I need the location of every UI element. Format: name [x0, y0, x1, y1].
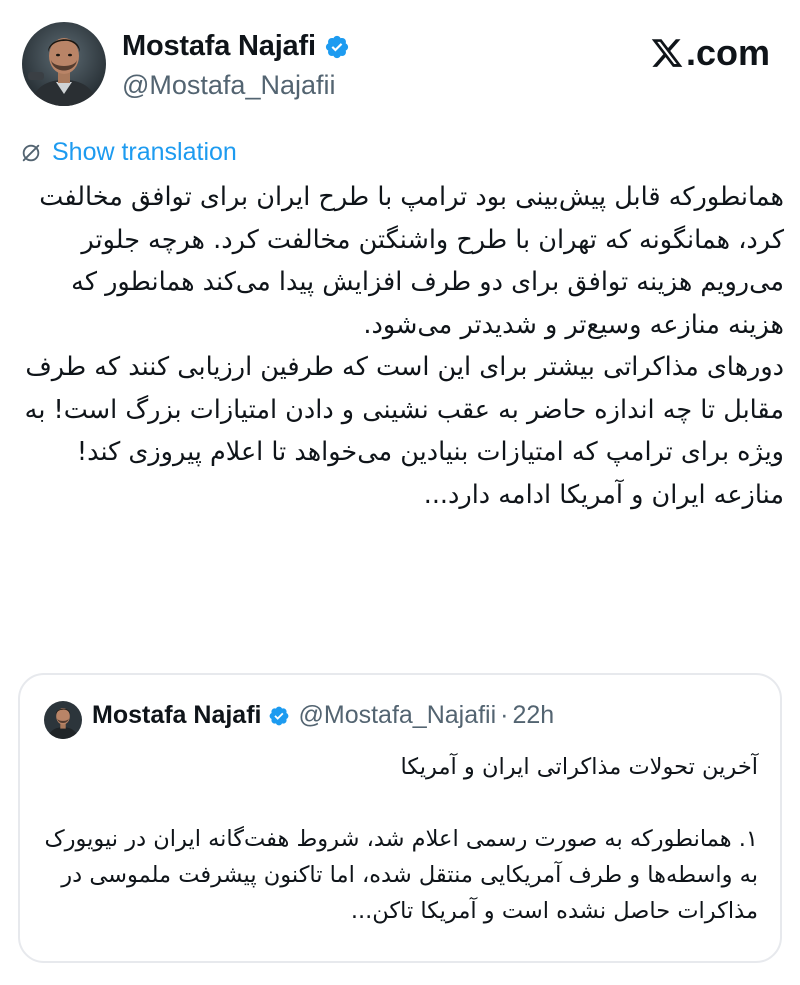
tweet-paragraph: دورهای مذاکراتی بیشتر برای این است که طر…	[24, 352, 784, 467]
quoted-author-handle[interactable]: @Mostafa_Najafii	[298, 701, 496, 730]
avatar-photo-icon	[44, 701, 82, 739]
quoted-author-name[interactable]: Mostafa Najafi	[92, 701, 261, 730]
verified-badge-icon	[270, 706, 289, 725]
quoted-author-avatar[interactable]	[44, 701, 82, 739]
author-avatar[interactable]	[22, 22, 106, 106]
author-handle[interactable]: @Mostafa_Najafii	[122, 70, 336, 101]
author-name[interactable]: Mostafa Najafi	[122, 30, 316, 63]
tweet-paragraph: منازعه ایران و آمریکا ادامه دارد...	[423, 479, 784, 510]
quoted-tweet-meta: Mostafa Najafi @Mostafa_Najafii · 22h	[92, 701, 554, 730]
quoted-timestamp[interactable]: 22h	[513, 701, 555, 730]
meta-separator: ·	[500, 701, 509, 729]
site-logo: .com	[650, 32, 770, 74]
tweet-text: همانطورکه قابل پیش‌بینی بود ترامپ با طرح…	[18, 176, 784, 516]
tweet-screenshot: Mostafa Najafi @Mostafa_Najafii .com Sho…	[0, 0, 800, 985]
tweet-paragraph: همانطورکه قابل پیش‌بینی بود ترامپ با طرح…	[39, 182, 784, 340]
show-translation-label[interactable]: Show translation	[52, 138, 237, 167]
quoted-paragraph: ۱. همانطورکه به صورت رسمی اعلام شد، شروط…	[44, 826, 759, 924]
x-logo-icon	[651, 39, 683, 67]
globe-slash-icon	[22, 144, 40, 161]
quoted-tweet-text: آخرین تحولات مذاکراتی ایران و آمریکا ۱. …	[42, 747, 759, 929]
verified-badge-icon	[325, 35, 348, 58]
quoted-headline: آخرین تحولات مذاکراتی ایران و آمریکا	[400, 754, 758, 780]
show-translation-button[interactable]: Show translation	[20, 138, 237, 167]
site-domain: .com	[685, 32, 770, 73]
quoted-tweet-card[interactable]: Mostafa Najafi @Mostafa_Najafii · 22h آخ…	[18, 673, 782, 963]
author-name-row[interactable]: Mostafa Najafi	[122, 30, 350, 63]
avatar-photo-icon	[22, 22, 106, 106]
